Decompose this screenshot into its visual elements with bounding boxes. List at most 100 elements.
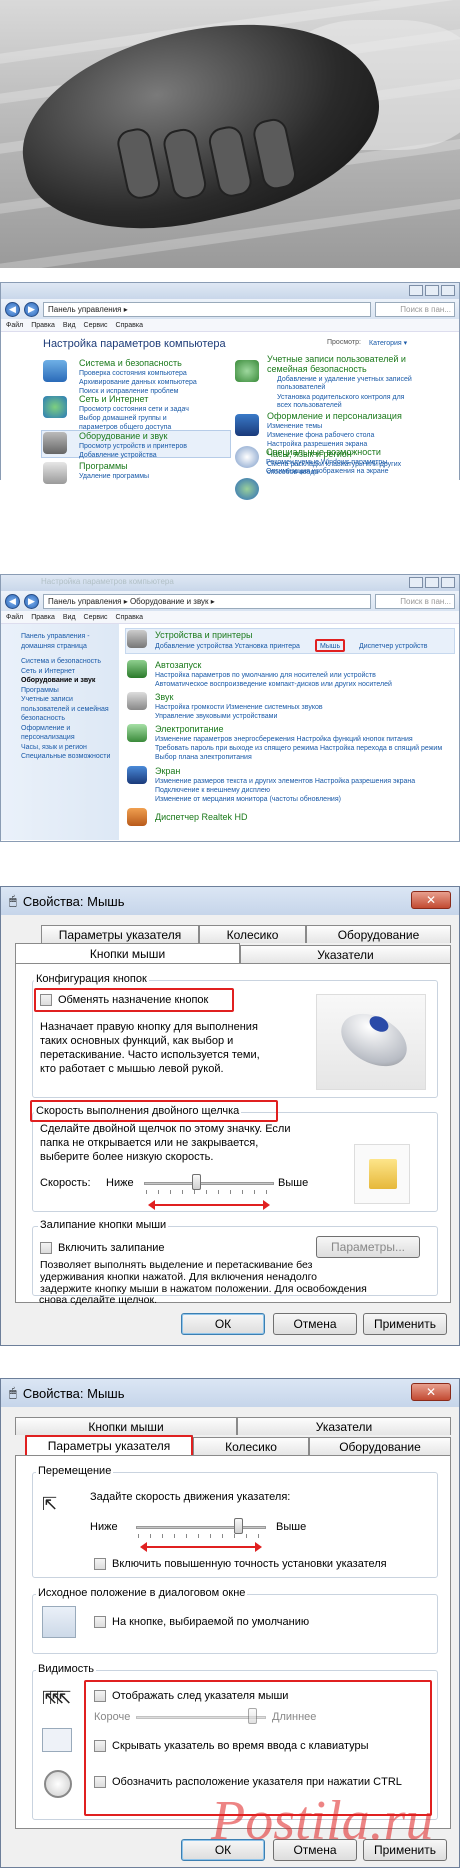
show-location-checkbox[interactable] xyxy=(94,1776,106,1788)
sidebar-item-hardware[interactable]: Оборудование и звук xyxy=(21,676,110,686)
ok-button[interactable]: ОК xyxy=(181,1313,265,1335)
search-input[interactable]: Поиск в пан... xyxy=(375,593,455,609)
link[interactable]: Настройка параметров по умолчанию для но… xyxy=(155,671,376,680)
slider-thumb[interactable] xyxy=(192,1174,201,1190)
menu-help[interactable]: Справка xyxy=(116,322,143,329)
sidebar-item-system[interactable]: Система и безопасность xyxy=(21,657,110,667)
link[interactable]: Управление звуковыми устройствами xyxy=(155,712,277,721)
link[interactable]: Проверка состояния компьютера xyxy=(79,369,187,378)
pointer-trails-checkbox[interactable] xyxy=(94,1690,106,1702)
hide-pointer-label[interactable]: Скрывать указатель во время ввода с клав… xyxy=(112,1739,369,1753)
section-power[interactable]: Электропитание xyxy=(155,724,224,734)
link[interactable]: пользователей xyxy=(277,383,325,392)
link[interactable]: всех пользователей xyxy=(277,401,342,410)
section-sound[interactable]: Звук xyxy=(155,692,173,702)
category-appearance[interactable]: Оформление и персонализация xyxy=(267,411,402,421)
minimize-button[interactable] xyxy=(409,285,423,296)
link[interactable]: Автоматическое воспроизведение компакт-д… xyxy=(155,680,392,689)
category-hardware[interactable]: Оборудование и звук xyxy=(79,431,167,441)
sidebar-item-appearance[interactable]: Оформление и xyxy=(21,724,110,734)
tab-pointers[interactable]: Указатели xyxy=(237,1417,451,1435)
click-lock-settings-button[interactable]: Параметры... xyxy=(316,1236,420,1258)
device-manager-link[interactable]: Диспетчер устройств xyxy=(359,642,427,651)
pointer-trails-label[interactable]: Отображать след указателя мыши xyxy=(112,1689,288,1703)
link[interactable]: Изменение фона рабочего стола xyxy=(267,431,374,440)
enhance-precision-checkbox[interactable] xyxy=(94,1558,106,1570)
link[interactable]: Изменение от мерцания монитора (частоты … xyxy=(155,795,341,804)
category-accessibility[interactable]: Специальные возможности xyxy=(266,447,381,457)
close-button[interactable]: ✕ xyxy=(411,1383,451,1401)
category-programs[interactable]: Программы xyxy=(79,461,128,471)
click-lock-label[interactable]: Включить залипание xyxy=(58,1241,165,1255)
back-icon[interactable]: ◀ xyxy=(5,301,20,317)
trail-length-slider[interactable] xyxy=(136,1716,266,1719)
double-click-speed-slider[interactable] xyxy=(144,1182,274,1185)
menu-tools[interactable]: Сервис xyxy=(84,614,108,621)
link[interactable]: Изменение параметров энергосбережения На… xyxy=(155,735,413,744)
tab-pointers[interactable]: Указатели xyxy=(240,945,451,963)
menu-file[interactable]: Файл xyxy=(6,322,23,329)
enhance-precision-label[interactable]: Включить повышенную точность установки у… xyxy=(112,1557,387,1571)
menu-view[interactable]: Вид xyxy=(63,322,76,329)
link[interactable]: Выбор домашней группы и xyxy=(79,414,167,423)
sidebar-home[interactable]: Панель управления - xyxy=(21,632,110,642)
forward-icon[interactable]: ▶ xyxy=(24,593,39,609)
link[interactable]: Выбор плана электропитания xyxy=(155,753,252,762)
address-bar[interactable]: Панель управления ▸ xyxy=(43,301,371,317)
close-button[interactable]: ✕ xyxy=(411,891,451,909)
section-realtek[interactable]: Диспетчер Realtek HD xyxy=(155,812,248,822)
section-display[interactable]: Экран xyxy=(155,766,180,776)
show-location-label[interactable]: Обозначить расположение указателя при на… xyxy=(112,1775,402,1789)
test-folder[interactable] xyxy=(354,1144,410,1204)
maximize-button[interactable] xyxy=(425,285,439,296)
menu-edit[interactable]: Правка xyxy=(31,322,55,329)
category-accounts[interactable]: Учетные записи пользователей и xyxy=(267,354,406,364)
sidebar-item-accounts[interactable]: Учетные записи xyxy=(21,695,110,705)
tab-wheel[interactable]: Колесико xyxy=(199,925,306,943)
tab-pointer-options[interactable]: Параметры указателя xyxy=(41,925,199,943)
cancel-button[interactable]: Отмена xyxy=(273,1313,357,1335)
close-button[interactable] xyxy=(441,285,455,296)
menu-file[interactable]: Файл xyxy=(6,614,23,621)
link[interactable]: Изменение темы xyxy=(267,422,322,431)
link[interactable]: Рекомендуемые Windows параметры xyxy=(266,458,387,467)
close-button[interactable] xyxy=(441,577,455,588)
maximize-button[interactable] xyxy=(425,577,439,588)
link[interactable]: Подключение к внешнему дисплею xyxy=(155,786,270,795)
section-autoplay[interactable]: Автозапуск xyxy=(155,660,201,670)
devices-links[interactable]: Добавление устройства Установка принтера xyxy=(155,642,300,651)
link[interactable]: Изменение размеров текста и других элеме… xyxy=(155,777,415,786)
sidebar-item-programs[interactable]: Программы xyxy=(21,686,110,696)
slider-thumb[interactable] xyxy=(234,1518,243,1534)
menu-edit[interactable]: Правка xyxy=(31,614,55,621)
tab-hardware[interactable]: Оборудование xyxy=(306,925,451,943)
tab-hardware[interactable]: Оборудование xyxy=(309,1437,451,1455)
sidebar-item-network[interactable]: Сеть и Интернет xyxy=(21,667,110,677)
category-accounts-line2[interactable]: семейная безопасность xyxy=(267,364,367,374)
link[interactable]: Архивирование данных компьютера xyxy=(79,378,197,387)
link[interactable]: Требовать пароль при выходе из спящего р… xyxy=(155,744,442,753)
category-network[interactable]: Сеть и Интернет xyxy=(79,394,148,404)
address-bar[interactable]: Панель управления ▸ Оборудование и звук … xyxy=(43,593,371,609)
link[interactable]: Настройка громкости Изменение системных … xyxy=(155,703,323,712)
forward-icon[interactable]: ▶ xyxy=(24,301,39,317)
pointer-speed-slider[interactable] xyxy=(136,1526,266,1529)
menu-tools[interactable]: Сервис xyxy=(84,322,108,329)
view-dropdown[interactable]: Категория ▾ xyxy=(369,339,407,347)
tab-buttons[interactable]: Кнопки мыши xyxy=(15,1417,237,1435)
apply-button[interactable]: Применить xyxy=(363,1313,447,1335)
tab-wheel[interactable]: Колесико xyxy=(193,1437,309,1455)
link[interactable]: Просмотр состояния сети и задач xyxy=(79,405,189,414)
sidebar-home-2[interactable]: домашняя страница xyxy=(21,642,110,652)
category-system[interactable]: Система и безопасность xyxy=(79,358,182,368)
click-lock-checkbox[interactable] xyxy=(40,1242,52,1254)
snap-to-checkbox[interactable] xyxy=(94,1616,106,1628)
tab-buttons[interactable]: Кнопки мыши xyxy=(15,943,240,963)
menu-help[interactable]: Справка xyxy=(116,614,143,621)
link[interactable]: Удаление программы xyxy=(79,472,149,481)
snap-to-label[interactable]: На кнопке, выбираемой по умолчанию xyxy=(112,1615,309,1629)
link[interactable]: Просмотр устройств и принтеров xyxy=(79,442,187,451)
menu-view[interactable]: Вид xyxy=(63,614,76,621)
search-input[interactable]: Поиск в пан... xyxy=(375,301,455,317)
slider-thumb[interactable] xyxy=(248,1708,257,1724)
